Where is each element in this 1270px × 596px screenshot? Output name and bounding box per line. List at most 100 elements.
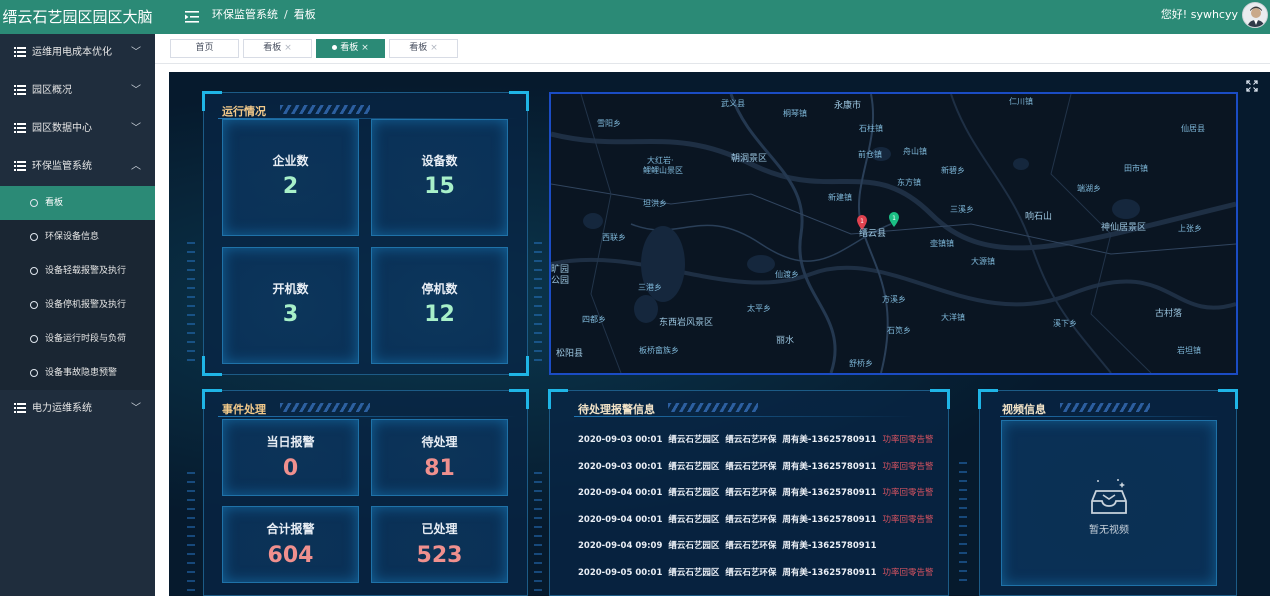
alarm-tag: 功率回零告警 [882, 461, 934, 472]
stat-card-pending: 待处理 81 [371, 419, 508, 496]
circle-icon [30, 267, 38, 275]
list-icon [14, 47, 26, 57]
alarm-tag: 功率回零告警 [882, 435, 934, 445]
stat-card-running: 开机数 3 [222, 247, 359, 364]
map-marker-count: 1 [892, 215, 896, 222]
title-underline [574, 416, 914, 417]
tab-home[interactable]: 首页 [170, 39, 239, 58]
map-place-label: 古村落 [1155, 309, 1183, 319]
close-icon[interactable]: × [430, 43, 438, 53]
alarm-park: 缙云石艺园区 [668, 541, 720, 552]
stat-card-today-alarms: 当日报警 0 [222, 419, 359, 496]
map-place-label: 方溪乡 [882, 295, 906, 304]
sidebar-subitem-dashboard[interactable]: 看板 [0, 186, 155, 220]
corner-decoration [548, 389, 568, 409]
corner-decoration [509, 356, 529, 376]
alarm-park: 缙云石艺园区 [668, 514, 720, 525]
sidebar-item-park-overview[interactable]: 园区概况 ﹀ [0, 72, 155, 110]
sidebar-item-data-center[interactable]: 园区数据中心 ﹀ [0, 110, 155, 148]
alarm-time: 2020-09-03 00:01 [578, 435, 663, 445]
tab-dashboard[interactable]: 看板 × [389, 39, 458, 58]
alarm-contact: 周有美-13625780911 [782, 488, 877, 499]
alarm-row[interactable]: 2020-09-05 00:01 缙云石艺园区 缙云石艺环保 周有美-13625780… [578, 560, 938, 587]
close-icon[interactable]: × [284, 43, 292, 53]
fullscreen-icon[interactable] [1246, 80, 1258, 92]
stat-value: 15 [424, 174, 455, 199]
corner-decoration [202, 389, 222, 409]
alarm-company: 缙云石艺环保 [725, 541, 777, 552]
breadcrumb: 环保监管系统 / 看板 [212, 0, 316, 34]
breadcrumb-item: 看板 [293, 8, 316, 21]
menu-fold-icon[interactable] [184, 9, 200, 25]
stat-card-enterprises: 企业数 2 [222, 119, 359, 236]
map-place-label: 大源镇 [971, 257, 995, 266]
decorative-ticks [534, 472, 542, 592]
sidebar-subitem-hazard-warning[interactable]: 设备事故隐患预警 [0, 356, 155, 390]
operation-panel: 运行情况 企业数 2 设备数 15 开机数 3 停机数 12 [202, 91, 529, 376]
alarm-park: 缙云石艺园区 [668, 461, 720, 472]
map-place-label: 缙云县 [859, 229, 887, 239]
list-icon [14, 123, 26, 133]
events-panel: 事件处理 当日报警 0 待处理 81 合计报警 604 已处理 523 [202, 389, 529, 596]
sidebar-subitem-shutdown-alarm[interactable]: 设备停机报警及执行 [0, 288, 155, 322]
chevron-down-icon: ﹀ [131, 403, 141, 414]
alarm-row[interactable]: 2020-09-04 00:01 缙云石艺园区 缙云石艺环保 周有美-13625780… [578, 480, 938, 507]
stat-label: 当日报警 [266, 435, 315, 449]
alarm-row[interactable]: 2020-09-03 00:01 缙云石艺园区 缙云石艺环保 周有美-13625780… [578, 454, 938, 481]
alarm-company: 缙云石艺环保 [725, 514, 777, 525]
circle-icon [30, 301, 38, 309]
map-place-label: 三港乡 [638, 283, 662, 292]
video-player[interactable]: 暂无视频 [1001, 420, 1217, 586]
stat-value: 81 [424, 456, 455, 481]
map-place-label: 鲤鲤山景区 [643, 166, 683, 175]
circle-icon [30, 233, 38, 241]
sidebar-subitem-equipment-info[interactable]: 环保设备信息 [0, 220, 155, 254]
sidebar-subitem-runtime-load[interactable]: 设备运行时段与负荷 [0, 322, 155, 356]
user-greeting[interactable]: 您好! sywhcyy [1161, 0, 1238, 34]
corner-decoration [509, 91, 529, 111]
map-place-label: 大洋镇 [941, 313, 965, 322]
map-place-label: 东西岩风景区 [659, 318, 714, 328]
alarm-list: 2020-09-03 00:01 缙云石艺园区 缙云石艺环保 周有美-13625780… [578, 427, 938, 587]
alarm-row[interactable]: 2020-09-04 09:09 缙云石艺园区 缙云石艺环保 周有美-13625780… [578, 533, 938, 560]
empty-inbox-icon [1091, 479, 1127, 514]
list-icon [14, 85, 26, 95]
map-place-label: 三溪乡 [950, 205, 974, 214]
alarm-tag: 功率回零告警 [882, 488, 934, 499]
sidebar-subitem-label: 环保设备信息 [45, 232, 100, 242]
map-place-label: 石笕乡 [887, 326, 911, 335]
panel-title: 事件处理 [222, 403, 266, 416]
tab-label: 看板 [263, 43, 282, 53]
map-place-label: 岩坦镇 [1177, 346, 1201, 355]
breadcrumb-item[interactable]: 环保监管系统 [212, 0, 278, 30]
map-place-label: 新碧乡 [941, 166, 965, 175]
stat-card-total-alarms: 合计报警 604 [222, 506, 359, 583]
sidebar-item-env-monitoring[interactable]: 环保监管系统 ︿ [0, 148, 155, 186]
sidebar-item-label: 环保监管系统 [32, 161, 92, 172]
sidebar-item-cost-optimization[interactable]: 运维用电成本优化 ﹀ [0, 34, 155, 72]
map-place-label: 坦洪乡 [643, 199, 667, 208]
sidebar-subitem-light-load-alarm[interactable]: 设备轻载报警及执行 [0, 254, 155, 288]
map-place-label: 西联乡 [602, 233, 626, 242]
title-stripes [1060, 403, 1150, 412]
alarm-row[interactable]: 2020-09-03 00:01 缙云石艺园区 缙云石艺环保 周有美-13625780… [578, 427, 938, 454]
alarm-contact: 周有美-13625780911 [782, 567, 877, 578]
sidebar-item-label: 电力运维系统 [32, 403, 92, 414]
map-place-label: 太平乡 [747, 304, 771, 313]
tab-dashboard[interactable]: 看板 × [243, 39, 312, 58]
sidebar-item-power-ops[interactable]: 电力运维系统 ﹀ [0, 390, 155, 428]
close-icon[interactable]: × [361, 43, 369, 53]
sidebar-item-label: 园区数据中心 [32, 123, 92, 134]
title-underline [1000, 416, 1220, 417]
panel-title: 运行情况 [222, 105, 266, 118]
alarm-contact: 周有美-13625780911 [782, 435, 877, 445]
tab-dashboard-active[interactable]: 看板 × [316, 39, 385, 58]
map-place-label: 仙居县 [1181, 124, 1205, 133]
app-brand: 缙云石艺园区园区大脑 [2, 8, 153, 26]
alarm-row[interactable]: 2020-09-04 00:01 缙云石艺园区 缙云石艺环保 周有美-13625780… [578, 507, 938, 534]
breadcrumb-separator: / [284, 8, 288, 21]
panel-title: 待处理报警信息 [578, 403, 655, 416]
map-panel[interactable]: 1 1 武义县 永康市 仁川镇 桐琴镇 石柱镇 仙居县 雪阳乡 大红岩· 鲤鲤山… [549, 92, 1238, 375]
map-place-label: 仙渡乡 [775, 270, 799, 279]
avatar[interactable] [1242, 2, 1268, 28]
